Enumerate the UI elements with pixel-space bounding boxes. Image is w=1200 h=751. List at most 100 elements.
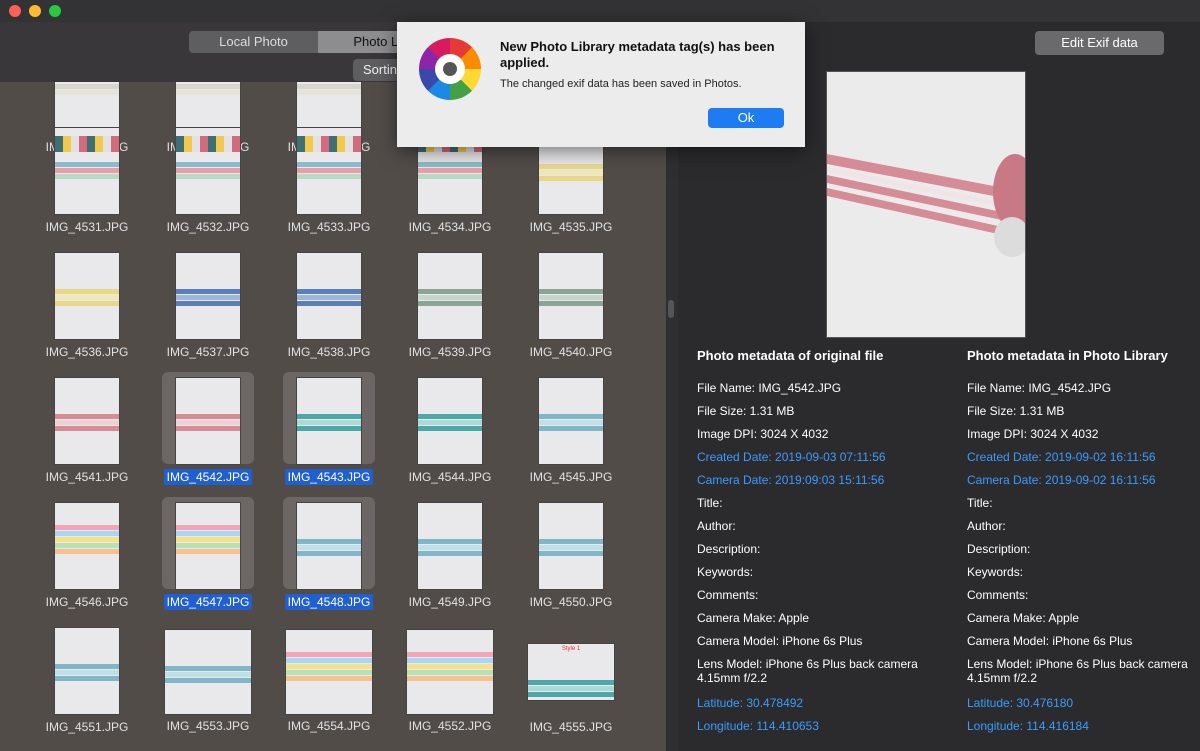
library-dpi: Image DPI: 3024 X 4032 (967, 427, 1099, 441)
library-camera-make: Camera Make: Apple (967, 611, 1080, 625)
photo-filename[interactable]: IMG_4546.JPG (32, 595, 142, 609)
style-label: Style 1 (561, 646, 581, 652)
scrollbar-thumb[interactable] (668, 300, 674, 318)
photo-filename[interactable]: IMG_4533.JPG (274, 220, 384, 234)
original-title: Title: (697, 496, 723, 510)
photo-thumbnail[interactable] (176, 128, 240, 214)
photo-filename[interactable]: IMG_4555.JPG (516, 720, 626, 734)
original-author: Author: (697, 519, 736, 533)
original-lens-model: Lens Model: iPhone 6s Plus back camera 4… (697, 657, 918, 685)
photo-filename[interactable]: IMG_4549.JPG (395, 595, 505, 609)
photo-filename[interactable]: IMG_4531.JPG (32, 220, 142, 234)
original-file-size: File Size: 1.31 MB (697, 404, 795, 418)
tab-local-photo[interactable]: Local Photo (189, 31, 318, 53)
photo-thumbnail[interactable] (176, 82, 240, 134)
library-author: Author: (967, 519, 1006, 533)
library-camera-model: Camera Model: iPhone 6s Plus (967, 634, 1133, 648)
library-lens-model: Lens Model: iPhone 6s Plus back camera 4… (967, 657, 1188, 685)
photo-filename[interactable]: IMG_4543.JPG (274, 469, 384, 485)
original-comments: Comments: (697, 588, 759, 602)
photo-thumbnail[interactable] (55, 628, 119, 714)
photo-filename[interactable]: IMG_4536.JPG (32, 345, 142, 359)
photo-filename[interactable]: IMG_4554.JPG (274, 719, 384, 733)
photo-thumbnail[interactable]: Style 1 (528, 644, 614, 700)
photo-filename[interactable]: IMG_4552.JPG (395, 719, 505, 733)
dialog-title: New Photo Library metadata tag(s) has be… (500, 39, 775, 70)
photo-thumbnail[interactable] (297, 378, 361, 464)
photo-thumbnail[interactable] (176, 503, 240, 589)
original-camera-date: Camera Date: 2019:09:03 15:11:56 (697, 473, 885, 487)
original-description: Description: (697, 542, 761, 556)
photo-thumbnail[interactable] (55, 82, 119, 134)
photo-thumbnail[interactable] (418, 503, 482, 589)
photo-filename[interactable]: IMG_4542.JPG (153, 469, 263, 485)
photo-filename[interactable]: IMG_4540.JPG (516, 345, 626, 359)
photo-filename[interactable]: IMG_4551.JPG (32, 720, 142, 734)
zoom-window-button[interactable] (49, 5, 61, 17)
photo-thumbnail[interactable] (539, 253, 603, 339)
original-metadata: Photo metadata of original file File Nam… (697, 348, 927, 742)
original-created-date: Created Date: 2019-09-03 07:11:56 (697, 450, 886, 464)
library-camera-date: Camera Date: 2019-09-02 16:11:56 (967, 473, 1156, 487)
original-camera-model: Camera Model: iPhone 6s Plus (697, 634, 863, 648)
photo-thumbnail[interactable] (176, 253, 240, 339)
photo-filename[interactable]: IMG_4537.JPG (153, 345, 263, 359)
photo-thumbnail[interactable] (297, 82, 361, 134)
library-metadata: Photo metadata in Photo Library File Nam… (967, 348, 1192, 742)
photo-filename[interactable]: IMG_4547.JPG (153, 594, 263, 610)
library-metadata-heading: Photo metadata in Photo Library (967, 348, 1168, 363)
photo-preview (827, 72, 1025, 337)
photo-thumbnail[interactable] (55, 128, 119, 214)
original-keywords: Keywords: (697, 565, 754, 579)
original-latitude: Latitude: 30.478492 (697, 696, 804, 710)
library-longitude: Longitude: 114.416184 (967, 719, 1089, 733)
photo-filename[interactable]: IMG_4544.JPG (395, 470, 505, 484)
library-created-date: Created Date: 2019-09-02 16:11:56 (967, 450, 1156, 464)
library-description: Description: (967, 542, 1031, 556)
library-title: Title: (967, 496, 993, 510)
photo-thumbnail[interactable] (539, 378, 603, 464)
photo-filename[interactable]: IMG_4553.JPG (153, 719, 263, 733)
photo-filename[interactable]: IMG_4535.JPG (516, 220, 626, 234)
photo-thumbnail[interactable] (539, 503, 603, 589)
minimize-window-button[interactable] (29, 5, 41, 17)
original-longitude: Longitude: 114.410653 (697, 719, 819, 733)
library-latitude: Latitude: 30.476180 (967, 696, 1074, 710)
alert-dialog: New Photo Library metadata tag(s) has be… (397, 22, 805, 147)
photo-thumbnail[interactable] (297, 128, 361, 214)
library-file-size: File Size: 1.31 MB (967, 404, 1065, 418)
photo-thumbnail[interactable] (418, 378, 482, 464)
photo-thumbnail[interactable] (286, 630, 372, 714)
library-keywords: Keywords: (967, 565, 1024, 579)
photo-thumbnail[interactable] (55, 378, 119, 464)
ok-button[interactable]: Ok (708, 108, 784, 128)
original-dpi: Image DPI: 3024 X 4032 (697, 427, 829, 441)
photo-filename[interactable]: IMG_4545.JPG (516, 470, 626, 484)
close-window-button[interactable] (9, 5, 21, 17)
title-bar (0, 0, 1200, 22)
photo-filename[interactable]: IMG_4534.JPG (395, 220, 505, 234)
photo-thumbnail[interactable] (407, 630, 493, 714)
photo-thumbnail[interactable] (176, 378, 240, 464)
preview-image (827, 72, 1025, 337)
photo-filename[interactable]: IMG_4548.JPG (274, 594, 384, 610)
photo-filename[interactable]: IMG_4538.JPG (274, 345, 384, 359)
photo-thumbnail[interactable] (297, 503, 361, 589)
original-camera-make: Camera Make: Apple (697, 611, 810, 625)
photo-filename[interactable]: IMG_4539.JPG (395, 345, 505, 359)
panel-divider[interactable] (666, 82, 678, 751)
photo-thumbnail[interactable] (55, 503, 119, 589)
app-logo-icon (419, 38, 481, 100)
photo-thumbnail[interactable] (55, 253, 119, 339)
original-file-name: File Name: IMG_4542.JPG (697, 381, 842, 395)
photo-filename[interactable]: IMG_4541.JPG (32, 470, 142, 484)
photo-thumbnail[interactable] (297, 253, 361, 339)
photo-grid: IMG_4526.JPGIMG_4527.JPGIMG_4528.JPGIMG_… (0, 82, 666, 751)
photo-thumbnail[interactable] (165, 630, 251, 714)
photo-filename[interactable]: IMG_4532.JPG (153, 220, 263, 234)
photo-filename[interactable]: IMG_4550.JPG (516, 595, 626, 609)
dialog-message: The changed exif data has been saved in … (500, 78, 742, 90)
edit-exif-button[interactable]: Edit Exif data (1035, 31, 1164, 55)
library-file-name: File Name: IMG_4542.JPG (967, 381, 1112, 395)
photo-thumbnail[interactable] (418, 253, 482, 339)
